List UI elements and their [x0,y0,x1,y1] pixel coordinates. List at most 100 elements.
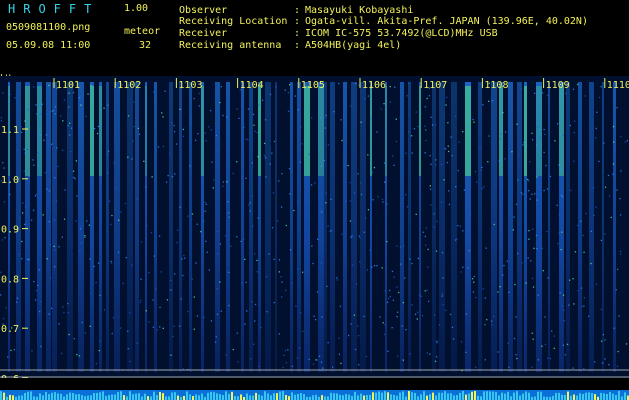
noise-dot [593,186,595,189]
noise-dot [313,315,315,317]
signal-stripe [351,82,357,372]
noise-dot [86,220,88,222]
noise-dot [148,321,150,323]
noise-dot [415,111,417,113]
noise-dot [34,299,37,301]
power-bar-segment [255,392,257,400]
noise-dot [236,161,238,163]
noise-dot [321,316,323,318]
noise-dot [97,125,99,128]
noise-dot [171,175,174,178]
signal-stripe [400,82,404,372]
signal-stripe [478,82,482,372]
signal-stripe [46,82,51,372]
power-bar-segment [207,392,209,400]
noise-dot [79,250,81,252]
info-colon: : [294,40,301,51]
noise-dot [413,128,416,130]
noise-dot [382,322,384,324]
noise-dot [39,310,41,313]
noise-dot [541,92,544,94]
power-bar-segment [228,393,230,400]
noise-dot [278,271,280,273]
noise-dot [619,253,622,255]
noise-dot [480,169,482,171]
noise-dot [604,186,607,188]
signal-stripe [135,82,139,372]
noise-dot [228,216,230,218]
power-bar-segment [213,392,215,400]
noise-dot [596,111,598,113]
noise-dot [386,203,388,205]
signal-stripe [169,82,173,372]
power-bar-segment [372,392,374,400]
noise-dot [0,120,3,122]
noise-dot [89,258,91,260]
noise-dot [167,174,169,177]
noise-dot [76,353,78,356]
noise-dot [531,277,534,280]
noise-dot [265,157,267,159]
power-bar-segment [510,396,512,400]
noise-dot [27,258,29,260]
power-bar-segment [222,395,224,400]
noise-dot [96,132,99,135]
noise-dot [607,174,610,177]
noise-dot [0,294,2,296]
noise-dot [173,325,175,327]
noise-dot [40,345,42,348]
noise-dot [595,127,597,130]
noise-dot [18,253,20,255]
noise-dot [289,193,291,195]
noise-dot [620,135,622,138]
noise-dot [367,154,369,156]
power-bar-segment [555,392,557,400]
noise-dot [205,240,207,243]
noise-dot [613,141,615,143]
noise-dot [562,134,564,136]
noise-dot [285,289,287,291]
noise-dot [560,194,563,196]
noise-dot [528,238,530,240]
noise-dot [399,246,402,248]
noise-dot [619,197,621,200]
noise-dot [241,282,243,284]
power-bar-segment [423,391,425,400]
power-bar-segment [537,391,539,400]
signal-stripe [127,82,133,372]
power-bar [0,390,629,400]
noise-dot [78,355,81,357]
noise-dot [416,318,418,320]
noise-dot [28,175,30,177]
power-bar-segment [420,394,422,400]
power-bar-segment [150,396,152,400]
power-bar-segment [225,391,227,400]
noise-dot [490,320,493,322]
noise-dot [358,364,360,366]
noise-dot [336,279,339,281]
noise-dot [339,305,342,307]
noise-dot [197,133,199,135]
noise-dot [340,362,342,364]
noise-dot [14,97,16,99]
noise-dot [507,342,509,344]
noise-dot [62,306,64,308]
noise-dot [115,187,117,189]
noise-dot [285,362,288,364]
noise-dot [264,142,266,145]
noise-dot [35,290,38,292]
noise-dot [184,257,186,259]
power-bar-segment [354,391,356,400]
power-bar-segment [156,395,158,400]
noise-dot [479,148,481,150]
noise-dot [516,357,518,360]
noise-dot [445,104,447,106]
noise-dot [430,116,432,118]
power-bar-segment [27,391,29,400]
noise-dot [602,362,604,364]
noise-dot [114,87,116,90]
noise-dot [289,249,292,251]
noise-dot [395,140,398,143]
noise-dot [242,238,245,240]
noise-dot [138,133,141,135]
